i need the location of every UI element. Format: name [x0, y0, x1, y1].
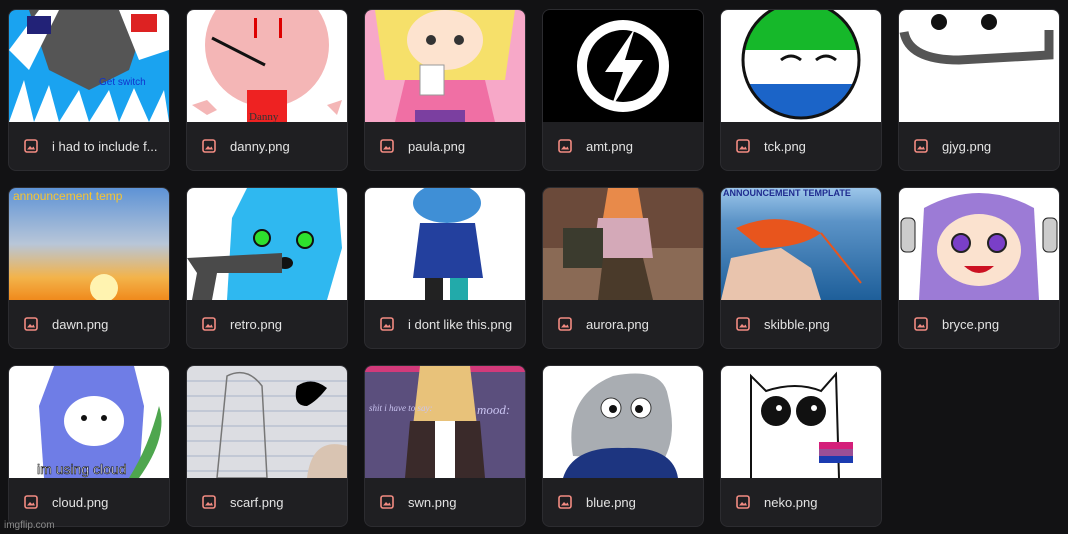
- file-name: amt.png: [586, 138, 633, 154]
- file-name: retro.png: [230, 316, 283, 332]
- file-card[interactable]: tck.png: [720, 9, 882, 171]
- file-thumbnail: announcement temp: [9, 188, 169, 300]
- file-thumbnail: [187, 366, 347, 478]
- file-name: aurora.png: [586, 316, 649, 332]
- file-card[interactable]: paula.png: [364, 9, 526, 171]
- file-card[interactable]: blue.png: [542, 365, 704, 527]
- file-card[interactable]: Danny danny.png: [186, 9, 348, 171]
- image-file-icon: [202, 139, 216, 153]
- file-card[interactable]: i dont like this.png: [364, 187, 526, 349]
- file-meta: swn.png: [365, 478, 525, 526]
- file-name: scarf.png: [230, 494, 284, 510]
- thumb-text-switch: Get switch: [99, 77, 146, 88]
- file-thumbnail: [899, 188, 1059, 300]
- file-card[interactable]: Get switch i had to include f...: [8, 9, 170, 171]
- file-thumbnail: [543, 188, 703, 300]
- file-thumbnail: [365, 10, 525, 122]
- file-meta: i dont like this.png: [365, 300, 525, 348]
- file-meta: bryce.png: [899, 300, 1059, 348]
- file-card[interactable]: announcement temp dawn.png: [8, 187, 170, 349]
- image-file-icon: [24, 139, 38, 153]
- file-thumbnail: [365, 188, 525, 300]
- file-thumbnail: ANNOUNCEMENT TEMPLATE: [721, 188, 881, 300]
- file-card[interactable]: bryce.png: [898, 187, 1060, 349]
- file-card[interactable]: amt.png: [542, 9, 704, 171]
- file-card[interactable]: neko.png: [720, 365, 882, 527]
- thumb-text-swn-right: mood:: [477, 402, 510, 417]
- file-meta: amt.png: [543, 122, 703, 170]
- file-name: neko.png: [764, 494, 818, 510]
- file-meta: skibble.png: [721, 300, 881, 348]
- image-file-icon: [380, 495, 394, 509]
- file-card[interactable]: retro.png: [186, 187, 348, 349]
- file-card[interactable]: ANNOUNCEMENT TEMPLATE skibble.png: [720, 187, 882, 349]
- file-thumbnail: Danny: [187, 10, 347, 122]
- image-file-icon: [914, 139, 928, 153]
- file-name: skibble.png: [764, 316, 830, 332]
- file-meta: tck.png: [721, 122, 881, 170]
- file-name: dawn.png: [52, 316, 109, 332]
- file-card[interactable]: gjyg.png: [898, 9, 1060, 171]
- image-file-icon: [558, 139, 572, 153]
- file-meta: neko.png: [721, 478, 881, 526]
- image-file-icon: [24, 495, 38, 509]
- file-name: bryce.png: [942, 316, 1000, 332]
- file-thumbnail: [187, 188, 347, 300]
- image-file-icon: [558, 317, 572, 331]
- image-file-icon: [736, 139, 750, 153]
- file-meta: cloud.png: [9, 478, 169, 526]
- file-card[interactable]: aurora.png: [542, 187, 704, 349]
- thumb-text-swn-left: shit i have to say:: [369, 403, 433, 413]
- file-name: tck.png: [764, 138, 806, 154]
- file-name: gjyg.png: [942, 138, 992, 154]
- watermark: imgflip.com: [4, 520, 55, 531]
- file-name: swn.png: [408, 494, 457, 510]
- file-meta: danny.png: [187, 122, 347, 170]
- file-thumbnail: [899, 10, 1059, 122]
- file-thumbnail: [721, 10, 881, 122]
- thumb-text-cloud: im using cloud: [37, 461, 127, 477]
- file-card[interactable]: shit i have to say: mood: swn.png: [364, 365, 526, 527]
- file-thumbnail: [543, 10, 703, 122]
- file-thumbnail: [543, 366, 703, 478]
- file-meta: gjyg.png: [899, 122, 1059, 170]
- file-meta: i had to include f...: [9, 122, 169, 170]
- file-name: cloud.png: [52, 494, 109, 510]
- file-name: danny.png: [230, 138, 290, 154]
- thumb-text-danny: Danny: [249, 111, 279, 122]
- file-card[interactable]: im using cloud cloud.png: [8, 365, 170, 527]
- file-thumbnail: shit i have to say: mood:: [365, 366, 525, 478]
- file-name: i dont like this.png: [408, 316, 513, 332]
- file-meta: paula.png: [365, 122, 525, 170]
- file-name: paula.png: [408, 138, 466, 154]
- file-meta: aurora.png: [543, 300, 703, 348]
- file-meta: retro.png: [187, 300, 347, 348]
- image-file-icon: [558, 495, 572, 509]
- file-meta: scarf.png: [187, 478, 347, 526]
- thumb-text-dawn: announcement temp: [13, 189, 123, 203]
- file-thumbnail: im using cloud: [9, 366, 169, 478]
- image-file-icon: [380, 317, 394, 331]
- file-name: i had to include f...: [52, 138, 158, 154]
- file-grid: Get switch i had to include f... Danny d…: [8, 9, 1060, 527]
- image-file-icon: [736, 317, 750, 331]
- thumb-text-skibble: ANNOUNCEMENT TEMPLATE: [723, 188, 851, 198]
- file-meta: blue.png: [543, 478, 703, 526]
- image-file-icon: [24, 317, 38, 331]
- file-name: blue.png: [586, 494, 636, 510]
- file-thumbnail: [721, 366, 881, 478]
- image-file-icon: [202, 317, 216, 331]
- file-card[interactable]: scarf.png: [186, 365, 348, 527]
- image-file-icon: [202, 495, 216, 509]
- file-meta: dawn.png: [9, 300, 169, 348]
- image-file-icon: [380, 139, 394, 153]
- image-file-icon: [736, 495, 750, 509]
- image-file-icon: [914, 317, 928, 331]
- file-thumbnail: Get switch: [9, 10, 169, 122]
